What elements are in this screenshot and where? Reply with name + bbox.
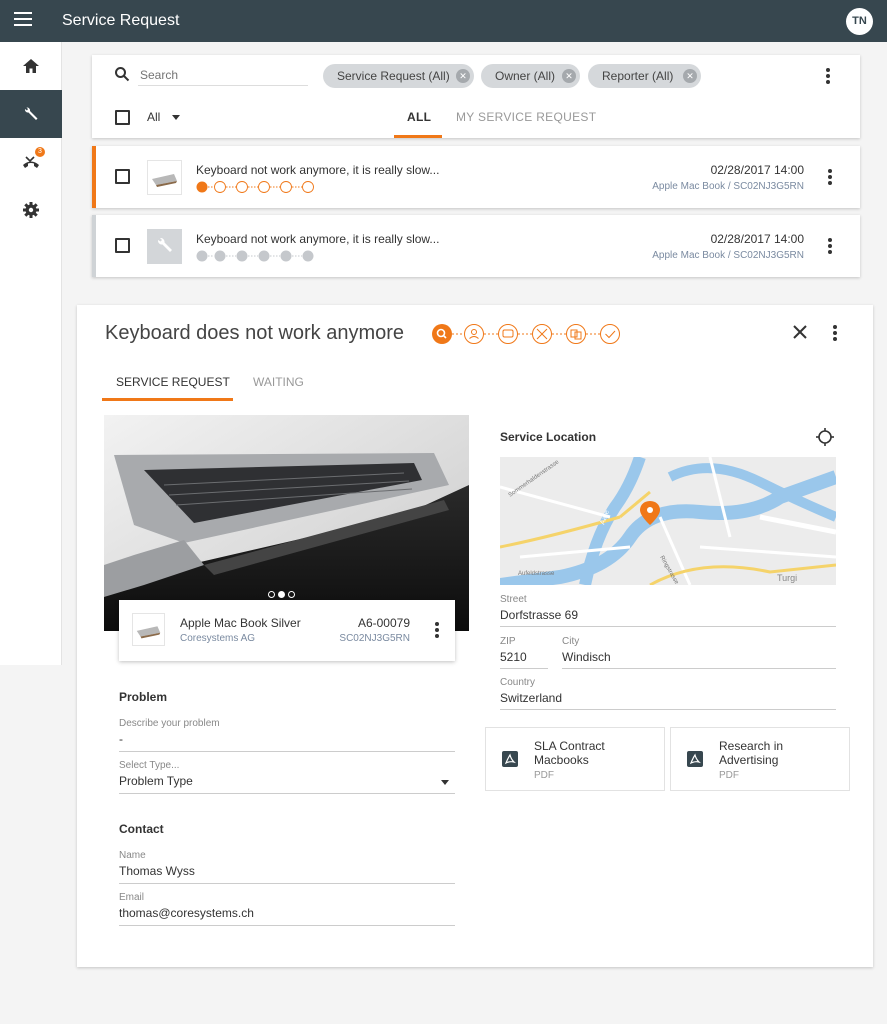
device-company: Coresystems AG: [180, 633, 256, 644]
chevron-down-icon: [441, 780, 449, 785]
request-date: 02/28/2017 14:00: [710, 232, 804, 246]
tab-service-request[interactable]: SERVICE REQUEST: [116, 375, 230, 389]
status-steps-icon: [196, 250, 314, 262]
top-app-bar: Service Request TN: [0, 0, 887, 42]
document-title: Research in Advertising: [719, 739, 784, 767]
device-serial: SC02NJ3G5RN: [339, 633, 410, 644]
chevron-down-icon[interactable]: [172, 115, 180, 120]
city-field[interactable]: City Windisch: [562, 636, 836, 669]
document-card[interactable]: SLA Contract Macbooks PDF: [485, 727, 665, 791]
inactive-indicator: [92, 215, 96, 277]
sidebar-item-home[interactable]: [0, 42, 62, 90]
chip-remove-icon[interactable]: ✕: [683, 69, 697, 83]
row-checkbox[interactable]: [115, 238, 130, 253]
chip-remove-icon[interactable]: ✕: [456, 69, 470, 83]
laptop-thumbnail: [147, 160, 182, 195]
chip-owner[interactable]: Owner (All) ✕: [481, 64, 580, 88]
active-indicator: [92, 146, 96, 208]
wrench-icon: [24, 107, 38, 120]
close-icon[interactable]: [793, 325, 807, 339]
laptop-thumbnail: [132, 613, 165, 646]
filter-more-icon[interactable]: [823, 68, 833, 86]
hamburger-menu-icon[interactable]: [14, 12, 32, 28]
tab-indicator: [394, 135, 442, 138]
sidebar-item-calls[interactable]: 3: [0, 138, 62, 186]
contact-email-field[interactable]: Email thomas@coresystems.ch: [119, 892, 455, 926]
country-field[interactable]: Country Switzerland: [500, 677, 836, 710]
document-type: PDF: [719, 770, 739, 781]
detail-more-icon[interactable]: [830, 325, 840, 343]
device-code: A6-00079: [357, 616, 410, 630]
row-more-icon[interactable]: [825, 238, 835, 256]
pdf-icon: [687, 751, 703, 767]
pdf-icon: [502, 751, 518, 767]
problem-type-select[interactable]: Select Type... Problem Type: [119, 760, 455, 794]
contact-name-field[interactable]: Name Thomas Wyss: [119, 850, 455, 884]
calls-badge: 3: [35, 147, 45, 157]
app-title: Service Request: [62, 12, 180, 29]
list-item[interactable]: Keyboard not work anymore, it is really …: [92, 146, 860, 208]
device-card[interactable]: Apple Mac Book Silver Coresystems AG A6-…: [119, 600, 455, 661]
request-device: Apple Mac Book / SC02NJ3G5RN: [652, 181, 804, 192]
zip-field[interactable]: ZIP 5210: [500, 636, 548, 669]
problem-heading: Problem: [119, 690, 168, 704]
document-title: SLA Contract Macbooks: [534, 739, 605, 767]
gear-icon: [23, 202, 39, 218]
service-location-heading: Service Location: [500, 430, 597, 444]
select-all-label: All: [147, 110, 161, 124]
status-steps-icon: [196, 181, 314, 193]
street-field[interactable]: Street Dorfstrasse 69: [500, 594, 836, 627]
sidebar: 3: [0, 42, 62, 665]
select-all-checkbox[interactable]: [115, 110, 130, 125]
tab-waiting[interactable]: WAITING: [253, 375, 304, 389]
chip-remove-icon[interactable]: ✕: [562, 69, 576, 83]
document-card[interactable]: Research in Advertising PDF: [670, 727, 850, 791]
request-detail-panel: Keyboard does not work anymore SERVICE R…: [77, 305, 873, 967]
row-checkbox[interactable]: [115, 169, 130, 184]
filter-bar: Service Request (All)✕ Owner (All)✕ Repo…: [92, 55, 860, 138]
document-type: PDF: [534, 770, 554, 781]
map-label: Aufeldstrasse: [518, 571, 555, 577]
sidebar-item-settings[interactable]: [0, 186, 62, 234]
request-date: 02/28/2017 14:00: [710, 163, 804, 177]
chip-service-request[interactable]: Service Request (All) ✕: [323, 64, 474, 88]
sidebar-item-service-requests[interactable]: [0, 90, 62, 138]
map-label: Turgi: [777, 573, 797, 583]
row-more-icon[interactable]: [825, 169, 835, 187]
locate-icon[interactable]: [815, 427, 835, 447]
request-device: Apple Mac Book / SC02NJ3G5RN: [652, 250, 804, 261]
request-title: Keyboard not work anymore, it is really …: [196, 163, 440, 177]
device-more-icon[interactable]: [432, 622, 442, 640]
request-title: Keyboard not work anymore, it is really …: [196, 232, 440, 246]
problem-description-field[interactable]: Describe your problem -: [119, 718, 455, 752]
wrench-placeholder-icon: [147, 229, 182, 264]
tab-all[interactable]: ALL: [407, 110, 431, 124]
device-name: Apple Mac Book Silver: [180, 616, 301, 630]
search-icon: [115, 67, 130, 82]
tab-my-service-request[interactable]: MY SERVICE REQUEST: [456, 110, 596, 124]
status-steps-icon: [432, 324, 620, 344]
tab-indicator: [102, 398, 233, 401]
chip-reporter[interactable]: Reporter (All) ✕: [588, 64, 701, 88]
home-icon: [23, 59, 39, 73]
list-item[interactable]: Keyboard not work anymore, it is really …: [92, 215, 860, 277]
user-avatar[interactable]: TN: [846, 8, 873, 35]
detail-title: Keyboard does not work anymore: [105, 322, 405, 344]
search-input[interactable]: [138, 64, 308, 86]
location-map[interactable]: Sommerhaldenstrasse Aufeldstrasse Ringst…: [500, 457, 836, 585]
contact-heading: Contact: [119, 822, 164, 836]
